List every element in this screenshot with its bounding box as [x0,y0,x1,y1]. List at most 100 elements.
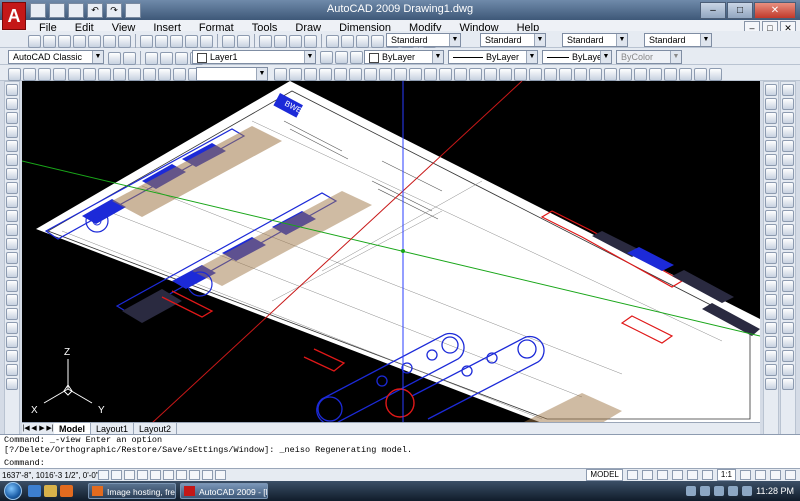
modeling-tool-icon[interactable] [394,68,407,81]
modeling-tool-icon[interactable] [559,68,572,81]
modify-tool-icon[interactable] [782,112,794,124]
inquiry-tool-icon[interactable] [765,322,777,334]
draw-tool-icon[interactable] [6,126,18,138]
match-properties-icon[interactable] [185,34,198,48]
block-editor-icon[interactable] [200,34,213,48]
quick-view-layouts-icon[interactable] [626,470,638,480]
draw-tool-icon[interactable] [6,322,18,334]
ucs-dropdown[interactable]: ▼ [196,67,268,81]
modeling-tool-icon[interactable] [529,68,542,81]
new-icon[interactable] [28,34,41,48]
modeling-tool-icon[interactable] [289,68,302,81]
draw-tool-icon[interactable] [6,252,18,264]
ie-icon[interactable] [28,485,41,497]
tab-prev-icon[interactable]: ◀ [30,424,38,434]
modeling-tool-icon[interactable] [499,68,512,81]
modify-tool-icon[interactable] [782,336,794,348]
modify-tool-icon[interactable] [782,98,794,110]
draw-tool-icon[interactable] [6,364,18,376]
mleader-style-dropdown[interactable]: Standard ▼ [644,33,712,47]
modeling-tool-icon[interactable] [349,68,362,81]
pan-status-icon[interactable] [656,470,668,480]
draw-tool-icon[interactable] [6,140,18,152]
modify-tool-icon[interactable] [782,350,794,362]
quick-properties-icon[interactable] [215,470,226,480]
modeling-tool-icon[interactable] [694,68,707,81]
modeling-tool-icon[interactable] [128,68,141,81]
start-button[interactable] [4,482,22,500]
network-icon[interactable] [700,486,711,496]
cut-icon[interactable] [140,34,153,48]
inquiry-tool-icon[interactable] [765,252,777,264]
modeling-tool-icon[interactable] [304,68,317,81]
volume-icon[interactable] [714,486,725,496]
modify-tool-icon[interactable] [782,364,794,376]
inquiry-tool-icon[interactable] [765,196,777,208]
modeling-tool-icon[interactable] [424,68,437,81]
zoom-window-icon[interactable] [289,34,302,48]
inquiry-tool-icon[interactable] [765,224,777,236]
modeling-tool-icon[interactable] [68,68,81,81]
modeling-tool-icon[interactable] [173,68,186,81]
plotstyle-dropdown[interactable]: ByColor ▼ [616,50,682,64]
object-snap-icon[interactable] [150,470,161,480]
modify-tool-icon[interactable] [782,140,794,152]
paste-icon[interactable] [170,34,183,48]
inquiry-tool-icon[interactable] [765,280,777,292]
inquiry-tool-icon[interactable] [765,112,777,124]
plot-icon[interactable] [73,34,86,48]
dim-style-dropdown[interactable]: Standard ▼ [480,33,546,47]
redo-icon[interactable]: ↷ [106,3,122,18]
3d-dwf-icon[interactable] [118,34,131,48]
modeling-tool-icon[interactable] [98,68,111,81]
draw-tool-icon[interactable] [6,210,18,222]
modify-tool-icon[interactable] [782,182,794,194]
explorer-icon[interactable] [44,485,57,497]
draw-tool-icon[interactable] [6,98,18,110]
modify-tool-icon[interactable] [782,294,794,306]
inquiry-tool-icon[interactable] [765,126,777,138]
clean-screen-icon[interactable] [785,470,796,480]
modify-tool-icon[interactable] [782,322,794,334]
modeling-tool-icon[interactable] [83,68,96,81]
command-input[interactable]: Command: [0,458,800,468]
tray-chevron-icon[interactable] [686,486,697,496]
draw-tool-icon[interactable] [6,294,18,306]
color-dropdown[interactable]: ByLayer ▼ [364,50,444,64]
modify-tool-icon[interactable] [782,252,794,264]
modify-tool-icon[interactable] [782,168,794,180]
modeling-tool-icon[interactable] [679,68,692,81]
modeling-tool-icon[interactable] [364,68,377,81]
draw-tool-icon[interactable] [6,336,18,348]
modify-tool-icon[interactable] [782,280,794,292]
modify-tool-icon[interactable] [782,154,794,166]
plot-preview-icon[interactable] [88,34,101,48]
layer-previous-icon[interactable] [335,51,348,64]
quick-view-drawings-icon[interactable] [641,470,653,480]
modeling-tool-icon[interactable] [319,68,332,81]
modify-tool-icon[interactable] [782,84,794,96]
power-icon[interactable] [728,486,739,496]
plot-icon[interactable] [125,3,141,18]
modify-tool-icon[interactable] [782,196,794,208]
lineweight-icon[interactable] [202,470,213,480]
new-file-icon[interactable] [30,3,46,18]
draw-tool-icon[interactable] [6,112,18,124]
inquiry-tool-icon[interactable] [765,98,777,110]
inquiry-tool-icon[interactable] [765,140,777,152]
ortho-mode-icon[interactable] [124,470,135,480]
zoom-previous-icon[interactable] [304,34,317,48]
draw-tool-icon[interactable] [6,266,18,278]
modeling-tool-icon[interactable] [634,68,647,81]
modeling-tool-icon[interactable] [619,68,632,81]
make-current-layer-icon[interactable] [320,51,333,64]
text-style-dropdown[interactable]: Standard ▼ [386,33,461,47]
showmotion-icon[interactable] [701,470,713,480]
model-space-toggle[interactable]: MODEL [586,469,623,481]
close-button[interactable]: ✕ [754,2,796,19]
dynamic-ucs-icon[interactable] [176,470,187,480]
inquiry-tool-icon[interactable] [765,210,777,222]
firefox-icon[interactable] [60,485,73,497]
modify-tool-icon[interactable] [782,238,794,250]
application-menu-button[interactable]: A [2,2,26,30]
